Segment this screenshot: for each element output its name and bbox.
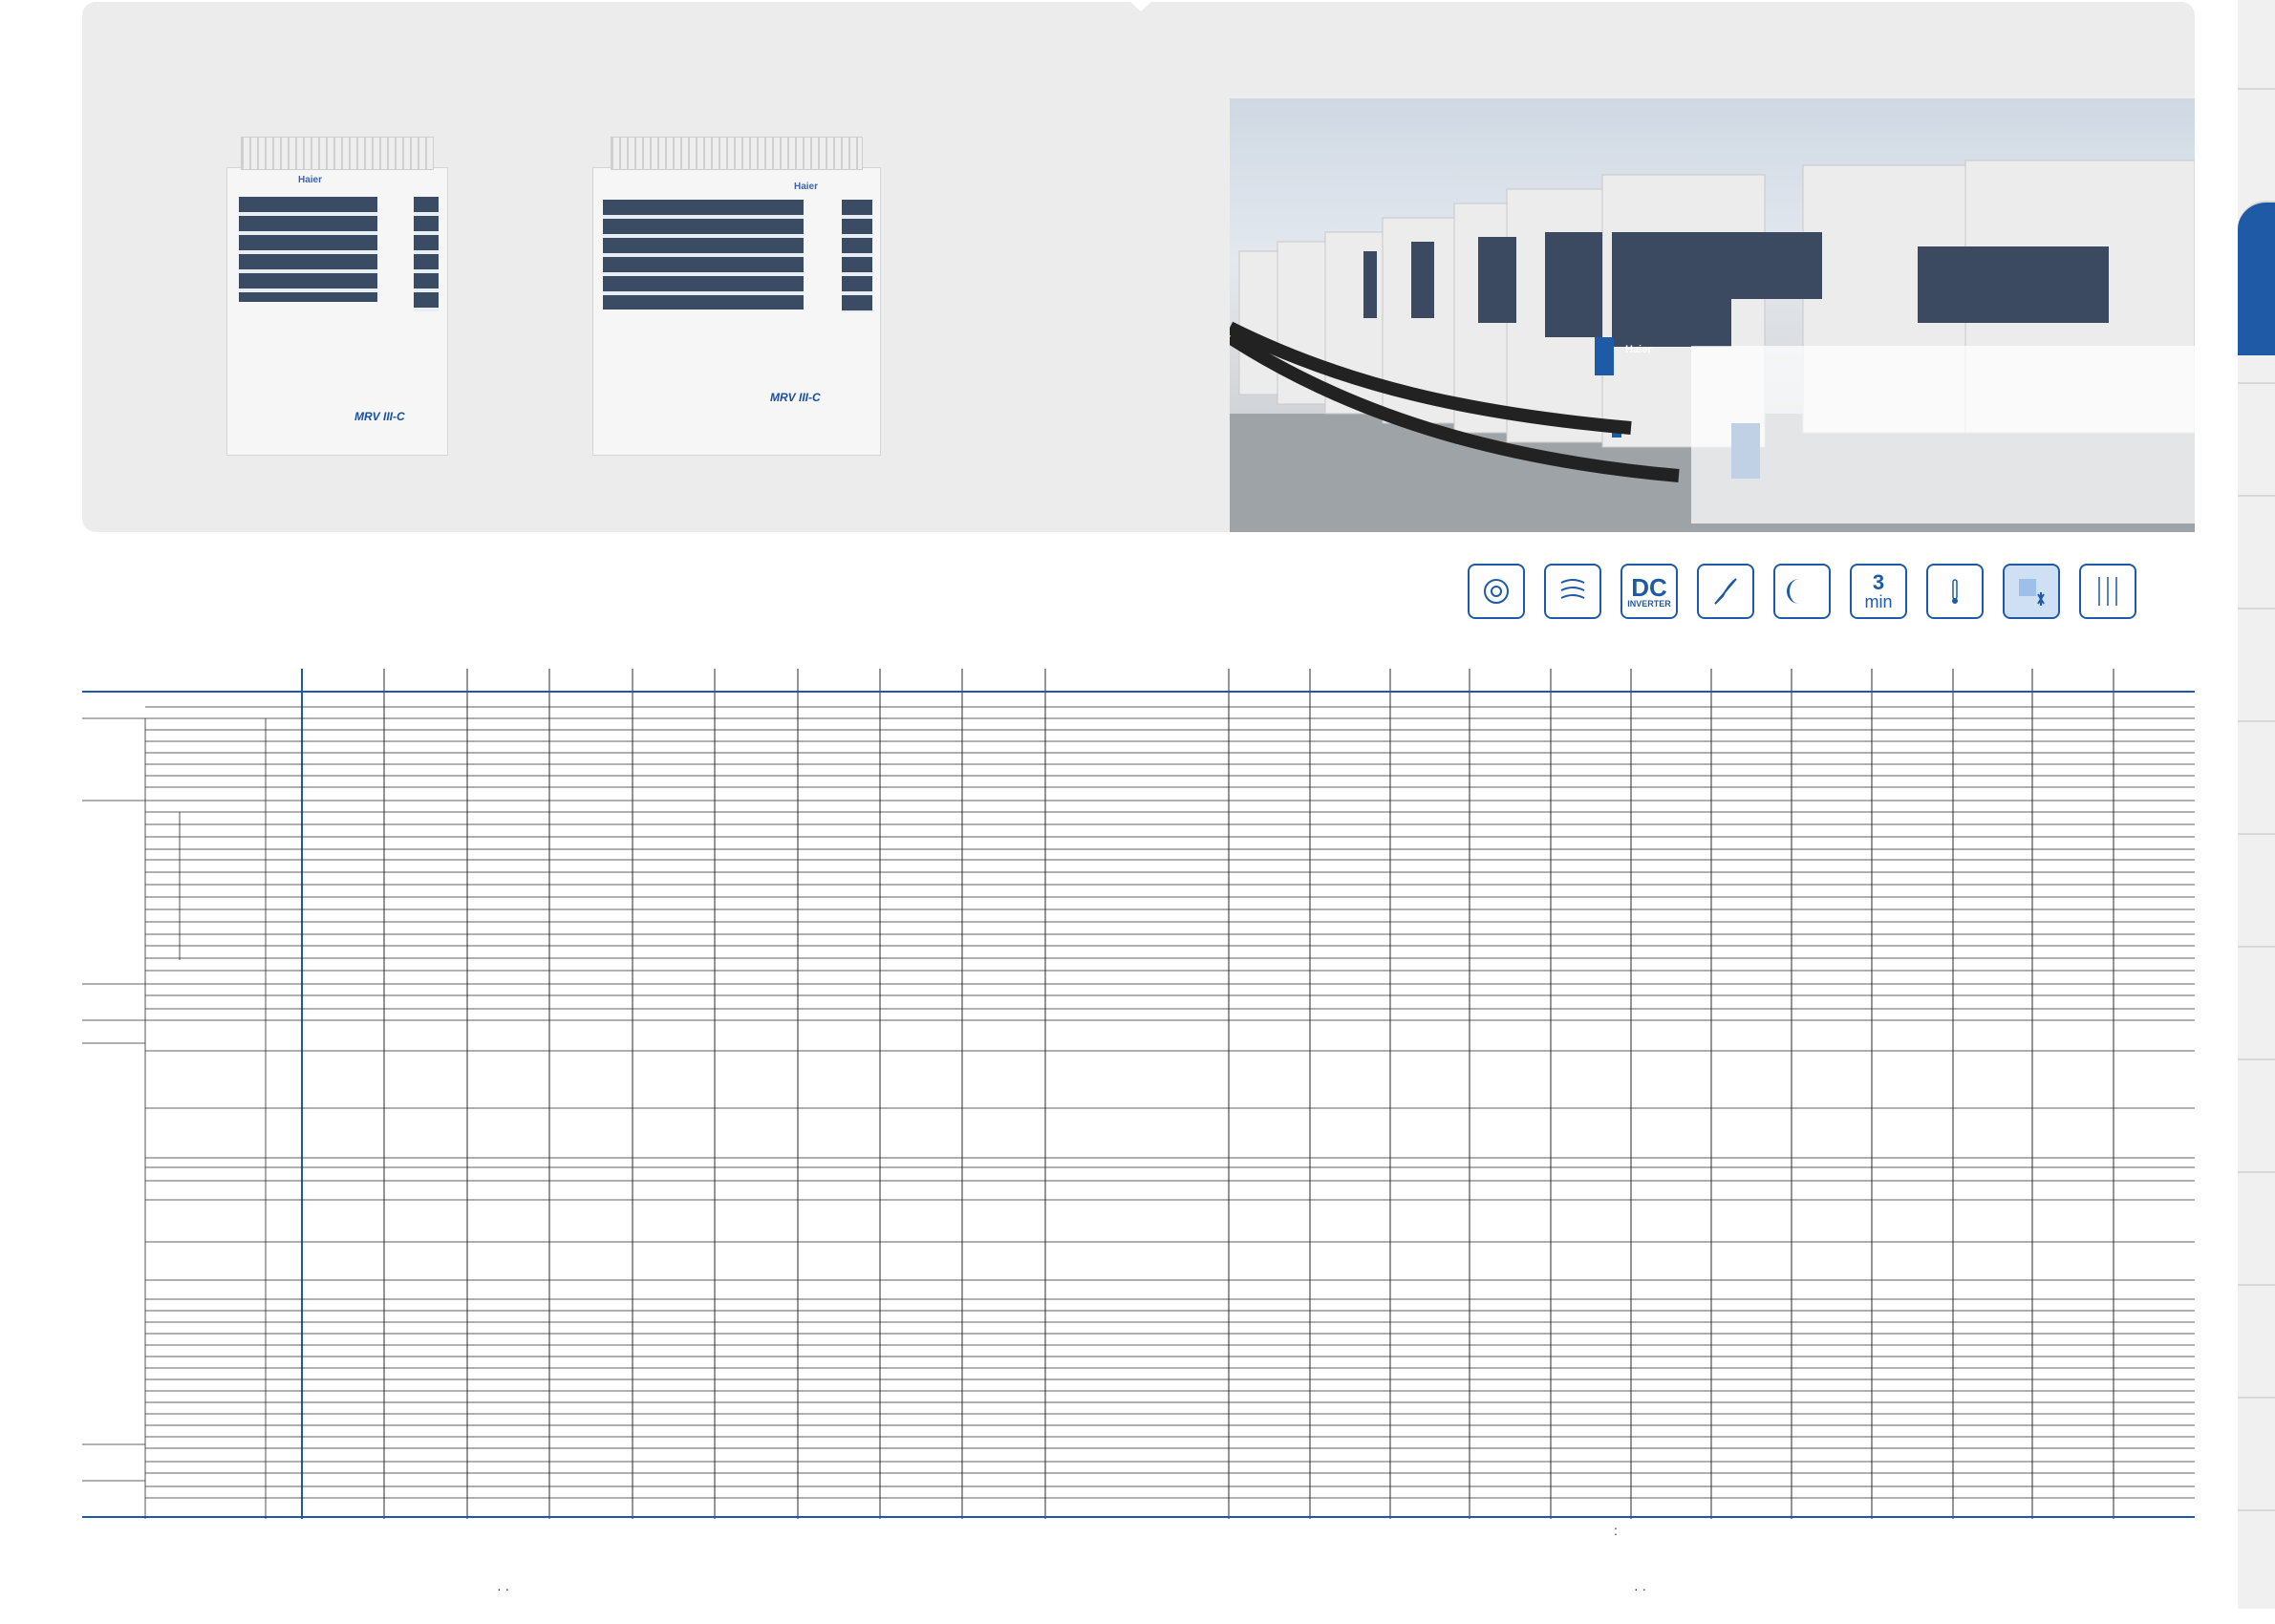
footnote-dots-left: · · [497, 1581, 510, 1596]
outdoor-unit-image-1: Haier MRV III-C [226, 137, 448, 456]
chapter-tab[interactable] [2238, 1397, 2275, 1511]
side-vent-grille [842, 200, 872, 312]
icon-label: 3 [1872, 570, 1885, 594]
anti-corrosion-coil-icon [1544, 564, 1601, 619]
chapter-tab-active[interactable] [2238, 201, 2275, 355]
night-mode-moon-icon [1773, 564, 1831, 619]
chapter-tab[interactable] [2238, 88, 2275, 203]
unit-brand-label: Haier [794, 182, 819, 192]
chapter-tab[interactable] [2238, 1171, 2275, 1286]
photo-overlay-box [1691, 346, 2195, 524]
turbo-fan-icon [1468, 564, 1525, 619]
feature-icon-row: DC INVERTER 3 min [1468, 564, 2136, 623]
three-minute-protection-icon: 3 min [1850, 564, 1907, 619]
chapter-tab[interactable] [2238, 382, 2275, 497]
side-vent-grille [414, 197, 439, 311]
refrigerant-piping-icon [2079, 564, 2136, 619]
chapter-tabs [2238, 0, 2275, 1609]
footnote-colon: : [1614, 1523, 1618, 1538]
chapter-tab[interactable] [2238, 1509, 2275, 1624]
outdoor-unit-image-2: Haier MRV III-C [592, 137, 881, 456]
model-badge: MRV III-C [354, 410, 405, 423]
defrost-icon [2003, 564, 2060, 619]
chapter-tab[interactable] [2238, 833, 2275, 948]
vent-grille [239, 197, 377, 302]
chapter-tab[interactable] [2238, 608, 2275, 722]
chapter-tab[interactable] [2238, 1058, 2275, 1173]
fan-guard [611, 137, 863, 170]
icon-sublabel: min [1864, 592, 1893, 611]
icon-label: DC [1631, 572, 1667, 602]
specification-table [82, 669, 2195, 1519]
icon-sublabel: INVERTER [1627, 598, 1671, 609]
chapter-tab[interactable] [2238, 1284, 2275, 1399]
chapter-tab[interactable] [2238, 720, 2275, 835]
chapter-tab[interactable] [2238, 495, 2275, 609]
photo-unit-brand-label: Haier [1625, 344, 1652, 355]
dc-inverter-icon: DC INVERTER [1620, 564, 1678, 619]
vent-grille [603, 200, 804, 310]
unit-brand-label: Haier [298, 175, 323, 185]
footnote-dots-right: · · [1634, 1581, 1647, 1596]
model-badge: MRV III-C [770, 391, 821, 404]
feather-quiet-icon [1697, 564, 1754, 619]
thermometer-icon [1926, 564, 1984, 619]
fan-guard [240, 137, 435, 170]
chapter-tab[interactable] [2238, 946, 2275, 1060]
